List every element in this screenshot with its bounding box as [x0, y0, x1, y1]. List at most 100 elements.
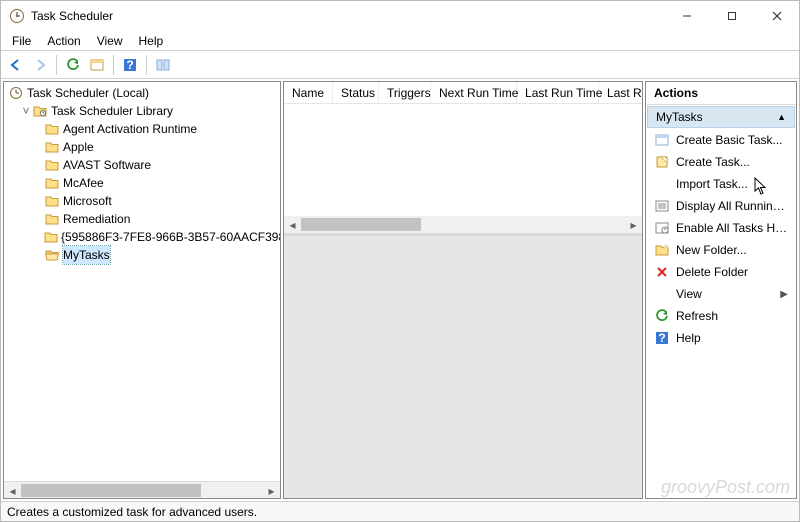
folder-icon	[44, 193, 60, 209]
new-task-icon	[654, 154, 670, 170]
tree-item[interactable]: ›Microsoft	[6, 192, 280, 210]
action-label: Create Task...	[676, 155, 788, 169]
folder-icon	[44, 211, 60, 227]
task-details-empty	[284, 236, 642, 498]
menu-action[interactable]: Action	[39, 32, 88, 50]
help-icon: ?	[654, 330, 670, 346]
content-pane: Name Status Triggers Next Run Time Last …	[283, 81, 643, 499]
col-name[interactable]: Name	[284, 82, 333, 104]
action-label: Refresh	[676, 309, 788, 323]
help-button[interactable]: ?	[119, 54, 141, 76]
svg-text:?: ?	[126, 58, 133, 72]
action-label: Enable All Tasks History	[676, 221, 788, 235]
action-import-task[interactable]: Import Task...	[646, 173, 796, 195]
new-folder-icon	[654, 242, 670, 258]
close-button[interactable]	[754, 1, 799, 31]
action-create-task[interactable]: Create Task...	[646, 151, 796, 173]
maximize-button[interactable]	[709, 1, 754, 31]
collapse-icon: ▲	[777, 112, 786, 122]
clock-icon	[8, 85, 24, 101]
tree-item-label: McAfee	[63, 174, 104, 192]
window: Task Scheduler File Action View Help ? T…	[0, 0, 800, 522]
tree-view[interactable]: Task Scheduler (Local) ˅ Task Scheduler …	[4, 82, 280, 481]
folder-icon	[44, 139, 60, 155]
list-horizontal-scrollbar[interactable]: ◂ ▸	[284, 216, 642, 233]
col-triggers[interactable]: Triggers	[379, 82, 431, 104]
scroll-right-icon[interactable]: ▸	[625, 216, 642, 233]
action-display-running[interactable]: Display All Running Tasks	[646, 195, 796, 217]
scroll-left-icon[interactable]: ◂	[4, 482, 21, 499]
delete-icon	[654, 264, 670, 280]
action-refresh[interactable]: Refresh	[646, 305, 796, 327]
scroll-thumb[interactable]	[301, 218, 421, 231]
tree-item[interactable]: Remediation	[6, 210, 280, 228]
toolbar: ?	[1, 51, 799, 79]
tree-item[interactable]: AVAST Software	[6, 156, 280, 174]
col-next-run[interactable]: Next Run Time	[431, 82, 517, 104]
actions-pane: Actions MyTasks ▲ Create Basic Task... C…	[645, 81, 797, 499]
action-delete-folder[interactable]: Delete Folder	[646, 261, 796, 283]
action-label: Delete Folder	[676, 265, 788, 279]
app-icon	[9, 8, 25, 24]
menu-help[interactable]: Help	[131, 32, 172, 50]
action-label: View	[676, 287, 774, 301]
tree-item-mytasks[interactable]: MyTasks	[6, 246, 280, 264]
folder-open-icon	[44, 247, 60, 263]
back-button[interactable]	[5, 54, 27, 76]
show-hide-pane-button[interactable]	[152, 54, 174, 76]
tree-root[interactable]: Task Scheduler (Local)	[6, 84, 280, 102]
history-icon	[654, 220, 670, 236]
tree-item[interactable]: {595886F3-7FE8-966B-3B57-60AACF398	[6, 228, 280, 246]
action-create-basic-task[interactable]: Create Basic Task...	[646, 129, 796, 151]
menu-view[interactable]: View	[89, 32, 131, 50]
action-label: Help	[676, 331, 788, 345]
scroll-left-icon[interactable]: ◂	[284, 216, 301, 233]
scroll-thumb[interactable]	[21, 484, 201, 497]
expand-toggle[interactable]: ˅	[20, 102, 32, 120]
folder-icon	[44, 157, 60, 173]
tree-horizontal-scrollbar[interactable]: ◂ ▸	[4, 481, 280, 498]
menubar: File Action View Help	[1, 31, 799, 51]
col-last-run[interactable]: Last Run Time	[517, 82, 599, 104]
properties-button[interactable]	[86, 54, 108, 76]
list-icon	[654, 198, 670, 214]
tree-library-label: Task Scheduler Library	[51, 102, 173, 120]
action-help[interactable]: ? Help	[646, 327, 796, 349]
tree-item-label: Apple	[63, 138, 94, 156]
action-view[interactable]: View ▶	[646, 283, 796, 305]
tree-root-label: Task Scheduler (Local)	[27, 84, 149, 102]
task-list-body[interactable]	[284, 104, 642, 216]
submenu-caret-icon: ▶	[780, 289, 788, 300]
svg-text:?: ?	[658, 331, 665, 345]
actions-title: Actions	[646, 82, 796, 105]
action-label: New Folder...	[676, 243, 788, 257]
action-new-folder[interactable]: New Folder...	[646, 239, 796, 261]
blank-icon	[654, 286, 670, 302]
actions-context-header[interactable]: MyTasks ▲	[647, 106, 795, 128]
tree-item[interactable]: Agent Activation Runtime	[6, 120, 280, 138]
actions-list: Create Basic Task... Create Task... Impo…	[646, 129, 796, 498]
task-list: Name Status Triggers Next Run Time Last …	[284, 82, 642, 236]
tree-item-label: Remediation	[63, 210, 130, 228]
blank-icon	[654, 176, 670, 192]
col-last-result[interactable]: Last R	[599, 82, 642, 104]
tree-library[interactable]: ˅ Task Scheduler Library	[6, 102, 280, 120]
scroll-right-icon[interactable]: ▸	[263, 482, 280, 499]
action-enable-history[interactable]: Enable All Tasks History	[646, 217, 796, 239]
tree-item-label: Agent Activation Runtime	[63, 120, 197, 138]
menu-file[interactable]: File	[4, 32, 39, 50]
body: Task Scheduler (Local) ˅ Task Scheduler …	[1, 79, 799, 501]
tree-item-label: MyTasks	[63, 246, 110, 264]
action-label: Import Task...	[676, 177, 788, 191]
forward-button[interactable]	[29, 54, 51, 76]
refresh-button[interactable]	[62, 54, 84, 76]
task-list-header: Name Status Triggers Next Run Time Last …	[284, 82, 642, 104]
window-title: Task Scheduler	[31, 9, 113, 23]
folder-icon	[44, 121, 60, 137]
folder-icon	[44, 229, 58, 245]
col-status[interactable]: Status	[333, 82, 379, 104]
minimize-button[interactable]	[664, 1, 709, 31]
actions-context-label: MyTasks	[656, 110, 703, 124]
tree-item[interactable]: Apple	[6, 138, 280, 156]
tree-item[interactable]: McAfee	[6, 174, 280, 192]
